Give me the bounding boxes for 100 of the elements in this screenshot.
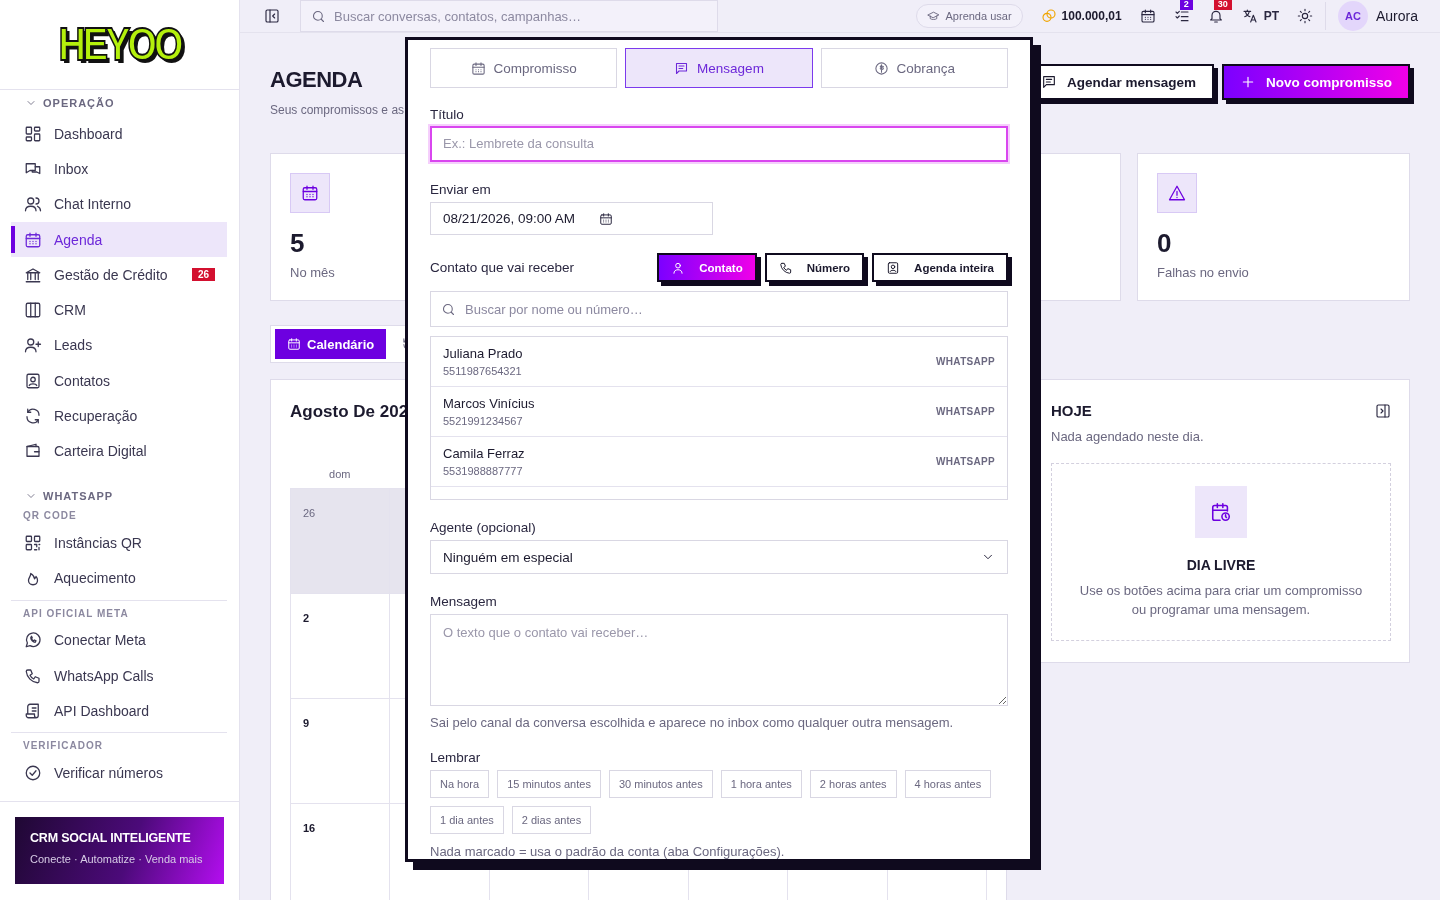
- promo-banner[interactable]: CRM SOCIAL INTELIGENTE Conecte · Automatize · Venda mais: [15, 817, 224, 884]
- day-cell[interactable]: 2: [291, 594, 391, 699]
- calendar-icon[interactable]: [599, 211, 614, 226]
- nav-item[interactable]: Recuperação: [11, 398, 227, 434]
- day-cell[interactable]: 16: [291, 804, 391, 900]
- nav-item[interactable]: Agenda: [11, 221, 227, 258]
- nav-item[interactable]: WhatsApp Calls: [11, 657, 227, 694]
- contact-search-field[interactable]: Buscar por nome ou número…: [430, 291, 1008, 328]
- section-heading: VERIFICADOR: [22, 739, 104, 754]
- stat-value: 0: [1157, 228, 1172, 259]
- message-icon: [1040, 74, 1057, 90]
- page-title: AGENDA: [270, 67, 364, 93]
- calendar-icon: [287, 337, 301, 351]
- sidebar-toggle-icon[interactable]: [264, 8, 280, 24]
- nav-item[interactable]: Aquecimento: [11, 560, 227, 596]
- day-cell[interactable]: 26: [291, 489, 391, 594]
- reminder-chip[interactable]: 15 minutos antes: [497, 770, 601, 798]
- message-textarea[interactable]: O texto que o contato vai receber…: [430, 614, 1008, 706]
- type-tab[interactable]: Compromisso: [430, 48, 618, 88]
- contact-row[interactable]: Marcos Vinícius 5521991234567 WHATSAPP: [431, 387, 1007, 438]
- recipient-mode-button[interactable]: Número: [764, 253, 865, 283]
- avatar[interactable]: AC: [1337, 1, 1368, 31]
- phone-icon: [24, 666, 42, 685]
- weekday-label: dom: [329, 468, 351, 480]
- contact-name: Camila Ferraz: [443, 446, 525, 462]
- section-heading[interactable]: OPERAÇÃO: [43, 97, 115, 109]
- nav-item[interactable]: Conectar Meta: [11, 622, 227, 658]
- reminder-chip[interactable]: 2 dias antes: [511, 806, 592, 834]
- date-time-field[interactable]: 08/21/2026, 09:00 AM: [430, 201, 713, 236]
- reminder-chip[interactable]: 1 hora antes: [720, 770, 802, 798]
- reminder-chip[interactable]: 2 horas antes: [809, 770, 897, 798]
- calendar-icon: [24, 230, 42, 249]
- calendar-icon[interactable]: [1139, 8, 1156, 24]
- type-tab[interactable]: Mensagem: [625, 48, 813, 88]
- reminder-chip[interactable]: 4 horas antes: [904, 770, 992, 798]
- nav-item[interactable]: API Dashboard: [11, 693, 227, 729]
- nav-item[interactable]: Chat Interno: [11, 186, 227, 222]
- nav-item[interactable]: Contatos: [11, 363, 227, 399]
- calendar-icon: [470, 60, 486, 76]
- panel-title: HOJE: [1051, 402, 1092, 419]
- contact-phone: 5521991234567: [443, 415, 524, 428]
- nav-item[interactable]: Gestão de Crédito 26: [11, 257, 227, 293]
- nav-item[interactable]: CRM: [11, 292, 227, 328]
- empty-state-text: Use os botões acima para criar um compromisso ou programar uma mensagem.: [1078, 582, 1364, 619]
- bell-icon[interactable]: [1207, 8, 1224, 24]
- channel-label: WHATSAPP: [936, 456, 995, 468]
- nav-item[interactable]: Carteira Digital: [11, 433, 227, 469]
- nav-item[interactable]: Leads: [11, 327, 227, 364]
- nav-item[interactable]: Verificar números: [11, 755, 227, 791]
- view-tab[interactable]: Calendário: [275, 329, 387, 359]
- empty-state-title: DIA LIVRE: [1186, 557, 1256, 573]
- grid-icon: [24, 124, 42, 143]
- reminder-chip[interactable]: 30 minutos antes: [608, 770, 713, 798]
- day-cell[interactable]: 9: [291, 699, 391, 804]
- contact-phone: 5511987654321: [443, 365, 523, 378]
- help-text: Nada marcado = usa o padrão da conta (aba Configurações).: [430, 844, 786, 859]
- graduation-cap-icon: [926, 9, 940, 23]
- help-text: Sai pelo canal da conversa escolhida e aparece no inbox como qualquer outra mensagem.: [430, 715, 955, 730]
- contact-name: Juliana Prado: [443, 346, 523, 362]
- contact-card-icon: [24, 371, 42, 390]
- people-icon: [24, 195, 42, 214]
- contact-name: Marcos Vinícius: [443, 396, 535, 412]
- contact-row[interactable]: Juliana Prado 5511987654321 WHATSAPP: [431, 337, 1007, 388]
- count-badge: 26: [191, 268, 215, 282]
- page-subtitle: Seus compromissos e as: [270, 103, 405, 117]
- contact-row[interactable]: Camila Ferraz 5531988887777 WHATSAPP: [431, 437, 1007, 488]
- checklist-icon[interactable]: [1173, 8, 1190, 24]
- nav-item[interactable]: Inbox: [11, 151, 227, 187]
- add-user-icon: [24, 336, 42, 355]
- stat-label: No mês: [290, 265, 335, 280]
- reminder-chip[interactable]: 1 dia antes: [430, 806, 504, 834]
- language-button[interactable]: PT: [1241, 8, 1279, 24]
- stat-value: 5: [290, 228, 305, 259]
- section-heading[interactable]: WHATSAPP: [43, 489, 114, 502]
- sun-icon[interactable]: [1296, 8, 1313, 24]
- qr-code-icon: [24, 533, 42, 552]
- stat-label: Falhas no envio: [1157, 265, 1249, 280]
- help-button[interactable]: Aprenda usar: [915, 4, 1023, 28]
- agent-select[interactable]: Ninguém em especial: [430, 540, 1008, 574]
- type-tab[interactable]: Cobrança: [820, 48, 1008, 88]
- section-heading: QR CODE: [22, 508, 78, 523]
- reminder-chip[interactable]: Na hora: [430, 770, 490, 798]
- nav-item[interactable]: Dashboard: [11, 116, 227, 152]
- contact-phone: 5531988887777: [443, 465, 524, 478]
- nav-item[interactable]: Instâncias QR: [11, 524, 227, 561]
- calendar-clock-icon: [1210, 501, 1232, 523]
- promo-subtitle: Conecte · Automatize · Venda mais: [30, 853, 204, 865]
- panel-subtitle: Nada agendado neste dia.: [1051, 429, 1205, 444]
- field-label: Contato que vai receber: [430, 260, 575, 276]
- section-heading: API OFICIAL META: [22, 606, 130, 621]
- channel-label: WHATSAPP: [936, 406, 995, 418]
- promo-title: CRM SOCIAL INTELIGENTE: [30, 831, 192, 845]
- logo: HEYOO: [58, 18, 181, 71]
- collapse-panel-icon[interactable]: [1375, 402, 1391, 419]
- dollar-coin-icon: [873, 60, 889, 76]
- contact-card-icon: [886, 260, 901, 275]
- title-input[interactable]: Ex.: Lembrete da consulta: [430, 126, 1008, 162]
- search-field[interactable]: Buscar conversas, contatos, campanhas…: [300, 0, 718, 32]
- field-label: Lembrar: [430, 750, 482, 765]
- message-icon: [674, 60, 690, 76]
